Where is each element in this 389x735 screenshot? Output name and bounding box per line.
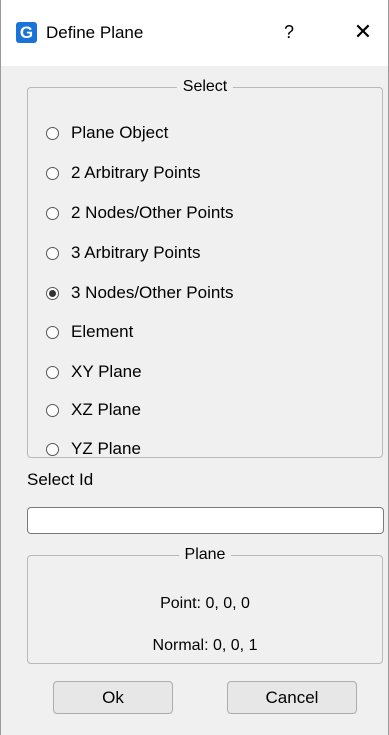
radio-button-checked[interactable] <box>46 286 59 300</box>
cancel-button[interactable]: Cancel <box>227 681 357 714</box>
radio-xz-plane[interactable]: XZ Plane <box>46 397 141 423</box>
radio-label: 3 Nodes/Other Points <box>71 283 234 302</box>
window-title: Define Plane <box>46 23 144 42</box>
radio-button[interactable] <box>46 206 59 220</box>
radio-label: XZ Plane <box>71 400 141 419</box>
define-plane-dialog: G Define Plane ? ✕ Select Plane Object 2… <box>0 0 389 735</box>
radio-button[interactable] <box>46 442 59 456</box>
radio-label: Plane Object <box>71 123 169 142</box>
close-icon[interactable]: ✕ <box>346 16 380 48</box>
plane-normal: Normal: 0, 0, 1 <box>152 637 258 654</box>
radio-button[interactable] <box>46 403 59 417</box>
radio-label: YZ Plane <box>71 439 141 458</box>
plane-point: Point: 0, 0, 0 <box>160 595 250 612</box>
radio-element[interactable]: Element <box>46 319 133 345</box>
radio-3-nodes-other-points[interactable]: 3 Nodes/Other Points <box>46 280 234 306</box>
radio-2-nodes-other-points[interactable]: 2 Nodes/Other Points <box>46 200 234 226</box>
radio-button[interactable] <box>46 126 59 140</box>
radio-2-arbitrary-points[interactable]: 2 Arbitrary Points <box>46 160 200 186</box>
radio-xy-plane[interactable]: XY Plane <box>46 359 142 385</box>
radio-label: Element <box>71 322 134 341</box>
plane-group-title: Plane <box>184 546 226 563</box>
radio-label: 2 Arbitrary Points <box>71 163 201 182</box>
select-group: Select Plane Object 2 Arbitrary Points 2… <box>27 78 383 458</box>
app-logo-icon: G <box>16 22 37 43</box>
radio-plane-object[interactable]: Plane Object <box>46 120 168 146</box>
select-group-title: Select <box>182 78 228 95</box>
radio-yz-plane[interactable]: YZ Plane <box>46 436 141 462</box>
radio-3-arbitrary-points[interactable]: 3 Arbitrary Points <box>46 240 200 266</box>
ok-button[interactable]: Ok <box>53 681 173 714</box>
radio-label: 2 Nodes/Other Points <box>71 203 234 222</box>
plane-group: Plane Point: 0, 0, 0 Normal: 0, 0, 1 <box>27 546 383 664</box>
radio-button[interactable] <box>46 325 59 339</box>
radio-button[interactable] <box>46 246 59 260</box>
radio-label: XY Plane <box>71 362 142 381</box>
radio-button[interactable] <box>46 365 59 379</box>
radio-label: 3 Arbitrary Points <box>71 243 201 262</box>
radio-button[interactable] <box>46 166 59 180</box>
select-id-label: Select Id <box>27 470 94 489</box>
help-button[interactable]: ? <box>274 16 304 48</box>
select-id-input[interactable] <box>27 507 384 534</box>
title-bar: G Define Plane ? ✕ <box>1 0 388 66</box>
